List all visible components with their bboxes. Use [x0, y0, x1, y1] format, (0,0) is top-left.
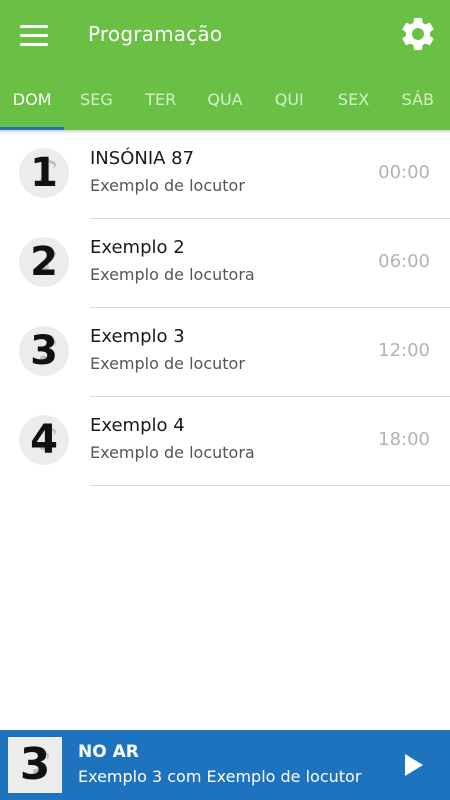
- program-badge: ♪ 3: [19, 326, 69, 376]
- tab-sex[interactable]: SEX: [321, 76, 385, 130]
- list-item[interactable]: ♪ 2 Exemplo 2 Exemplo de locutora 06:00: [0, 219, 450, 308]
- app-bar: Programação DOM SEG TER QUA QUI SEX SÁB: [0, 0, 450, 130]
- program-host: Exemplo de locutora: [90, 443, 255, 462]
- tab-sab[interactable]: SÁB: [386, 76, 450, 130]
- play-icon[interactable]: [398, 750, 428, 780]
- now-playing-text: Exemplo 3 com Exemplo de locutor: [78, 767, 362, 786]
- program-badge: ♪ 1: [19, 148, 69, 198]
- program-number: 2: [30, 239, 58, 285]
- list-item[interactable]: ♪ 4 Exemplo 4 Exemplo de locutora 18:00: [0, 397, 450, 486]
- now-playing-thumbnail: ♪ 3: [8, 737, 62, 793]
- program-badge: ♪ 4: [19, 415, 69, 465]
- program-time: 06:00: [378, 251, 430, 272]
- list-item[interactable]: ♪ 1 INSÓNIA 87 Exemplo de locutor 00:00: [0, 130, 450, 219]
- divider: [90, 485, 450, 486]
- program-badge: ♪ 2: [19, 237, 69, 287]
- program-title: Exemplo 4: [90, 415, 185, 436]
- program-time: 00:00: [378, 162, 430, 183]
- program-host: Exemplo de locutor: [90, 176, 245, 195]
- hamburger-menu-icon[interactable]: [15, 20, 55, 50]
- now-playing-number: 3: [19, 739, 51, 790]
- program-title: Exemplo 3: [90, 326, 185, 347]
- program-number: 1: [30, 150, 58, 196]
- day-tabs: DOM SEG TER QUA QUI SEX SÁB: [0, 76, 450, 130]
- program-host: Exemplo de locutora: [90, 265, 255, 284]
- on-air-label: NO AR: [78, 742, 139, 762]
- tab-dom[interactable]: DOM: [0, 76, 65, 130]
- tab-qui[interactable]: QUI: [257, 76, 321, 130]
- tab-qua[interactable]: QUA: [193, 76, 257, 130]
- schedule-list: ♪ 1 INSÓNIA 87 Exemplo de locutor 00:00 …: [0, 130, 450, 486]
- program-time: 12:00: [378, 340, 430, 361]
- program-host: Exemplo de locutor: [90, 354, 245, 373]
- program-title: Exemplo 2: [90, 237, 185, 258]
- program-time: 18:00: [378, 429, 430, 450]
- program-number: 3: [30, 328, 58, 374]
- gear-icon[interactable]: [398, 14, 438, 54]
- menu-line: [20, 33, 48, 37]
- tab-ter[interactable]: TER: [129, 76, 193, 130]
- program-number: 4: [30, 417, 58, 463]
- now-playing-bar[interactable]: ♪ 3 NO AR Exemplo 3 com Exemplo de locut…: [0, 730, 450, 800]
- menu-line: [20, 24, 48, 28]
- tab-seg[interactable]: SEG: [64, 76, 128, 130]
- list-item[interactable]: ♪ 3 Exemplo 3 Exemplo de locutor 12:00: [0, 308, 450, 397]
- menu-line: [20, 42, 48, 46]
- page-title: Programação: [88, 22, 223, 46]
- program-title: INSÓNIA 87: [90, 148, 195, 169]
